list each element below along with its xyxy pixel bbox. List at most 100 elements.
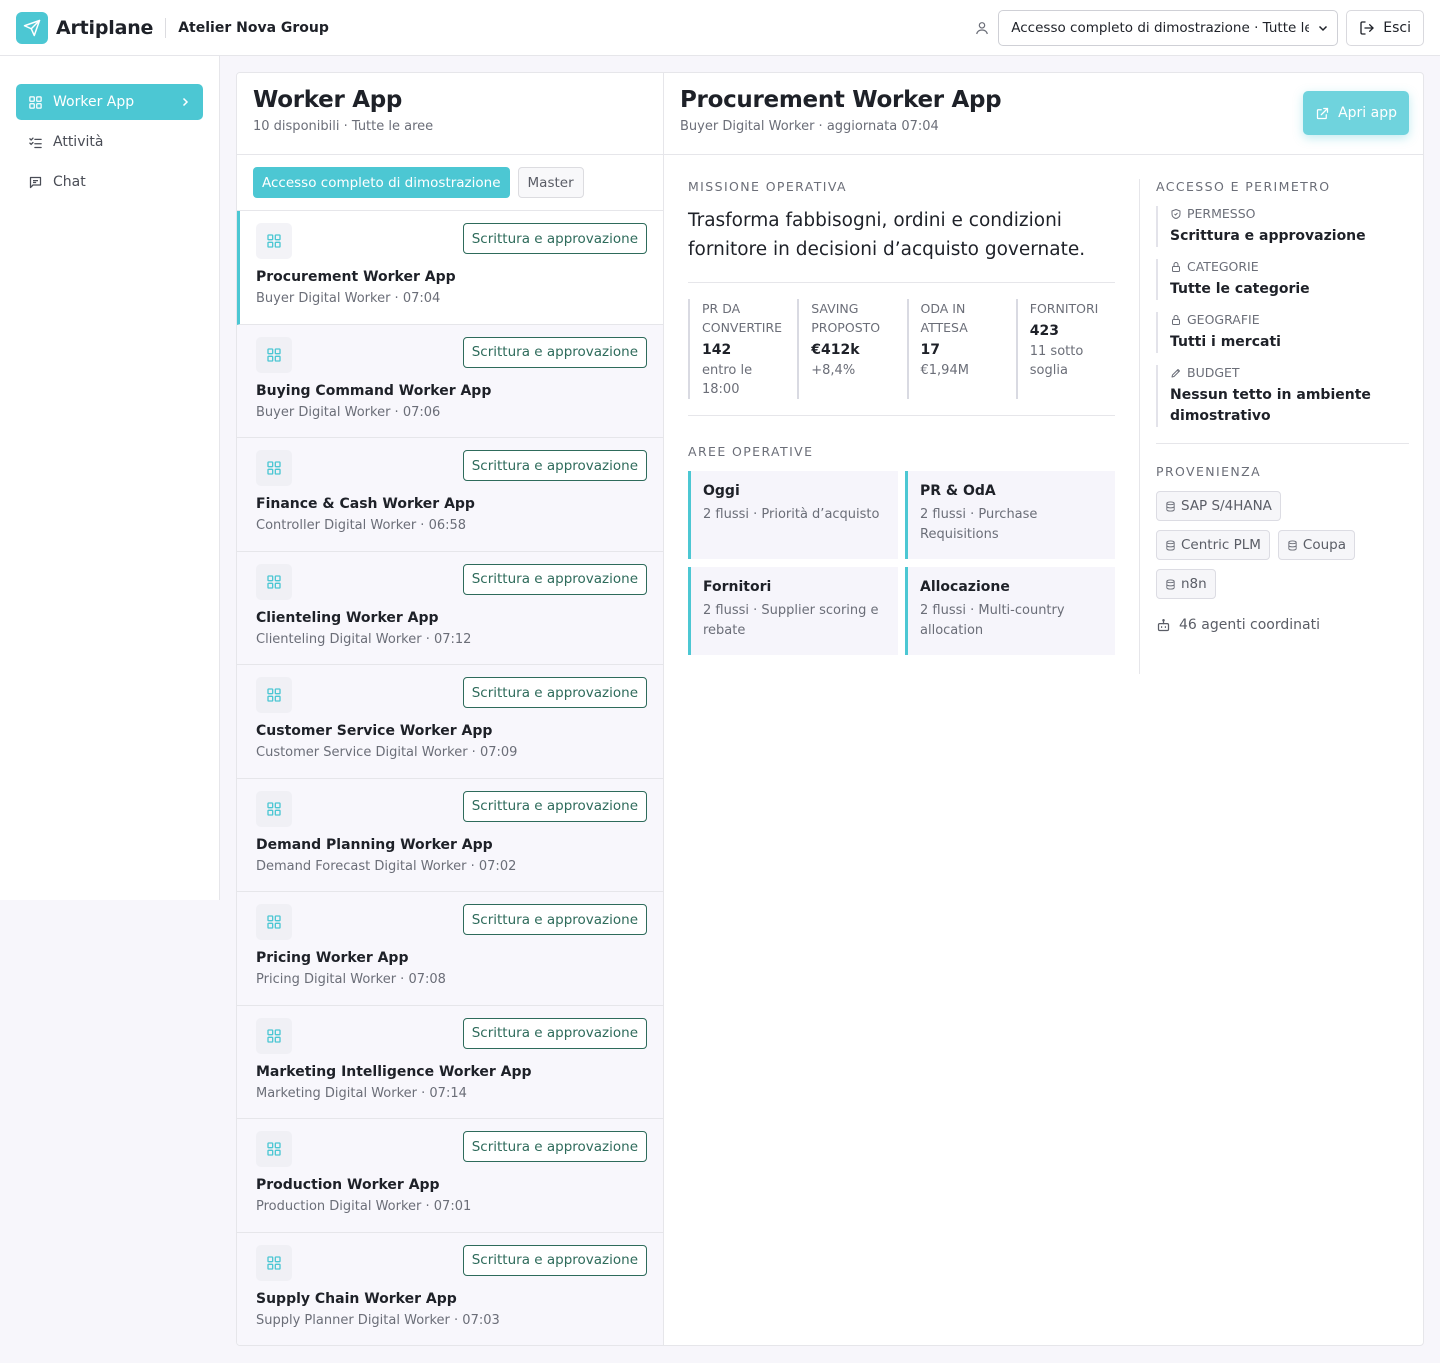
- chat-icon: [28, 175, 43, 190]
- permission-badge: Scrittura e approvazione: [462, 563, 647, 595]
- sidebar-item-worker-app[interactable]: Worker App: [16, 84, 203, 120]
- access-item: Geografie Tutti i mercati: [1156, 312, 1409, 353]
- grid-icon: [256, 904, 292, 940]
- operational-area-card[interactable]: Oggi 2 flussi · Priorità d’acquisto: [688, 471, 898, 559]
- mission-label: Missione operativa: [688, 179, 847, 194]
- access-item-label-text: Categorie: [1187, 259, 1259, 274]
- open-app-label: Apri app: [1338, 105, 1397, 121]
- list-item[interactable]: Scrittura e approvazione Marketing Intell…: [237, 1006, 663, 1119]
- kpi-label: Fornitori: [1029, 301, 1099, 316]
- app-name: Supply Chain Worker App: [256, 1290, 457, 1307]
- kpi-value: €412k: [811, 342, 860, 358]
- source-tag: Coupa: [1277, 530, 1355, 560]
- kpi-note: €1,94M: [920, 363, 969, 378]
- app-meta: Demand Forecast Digital Worker · 07:02: [256, 858, 517, 874]
- kpi-card: Fornitori 423 11 sotto soglia: [1015, 299, 1115, 399]
- filter-chip-master[interactable]: Master: [517, 167, 584, 198]
- sources-label: Provenienza: [1156, 464, 1262, 479]
- source-tag: n8n: [1156, 569, 1216, 599]
- operational-area-card[interactable]: Allocazione 2 flussi · Multi-country allo…: [905, 567, 1115, 655]
- source-name: n8n: [1181, 576, 1207, 592]
- company-name: Atelier Nova Group: [178, 19, 329, 36]
- access-item-label: Geografie: [1170, 312, 1409, 327]
- list-item[interactable]: Scrittura e approvazione Procurement Work…: [237, 211, 663, 325]
- list-item[interactable]: Scrittura e approvazione Finance & Cash W…: [237, 438, 663, 552]
- kpi-value: 423: [1029, 323, 1059, 339]
- access-scope-select[interactable]: Accesso completo di dimostrazione · Tutt…: [998, 9, 1339, 46]
- app-name: Pricing Worker App: [256, 950, 409, 966]
- sidebar-item-attivita[interactable]: Attività: [16, 124, 203, 160]
- list-item[interactable]: Scrittura e approvazione Clienteling Work…: [237, 552, 663, 665]
- list-item[interactable]: Scrittura e approvazione Supply Chain Wor…: [237, 1233, 663, 1346]
- list-subtitle: 10 disponibili · Tutte le aree: [253, 119, 434, 134]
- kpi-value: 142: [702, 342, 732, 358]
- detail-subtitle: Buyer Digital Worker · aggiornata 07:04: [680, 119, 939, 134]
- grid-icon: [256, 450, 292, 486]
- sidebar: Worker App Attività Chat: [0, 56, 220, 900]
- list-item[interactable]: Scrittura e approvazione Pricing Worker A…: [237, 892, 663, 1006]
- app-meta: Controller Digital Worker · 06:58: [256, 518, 467, 533]
- permission-badge: Scrittura e approvazione: [462, 1017, 647, 1049]
- access-item: Permesso Scrittura e approvazione: [1156, 206, 1409, 247]
- sidebar-item-chat[interactable]: Chat: [16, 164, 203, 200]
- kpi-note: +8,4%: [811, 363, 856, 378]
- list-item[interactable]: Scrittura e approvazione Customer Service…: [237, 665, 663, 779]
- access-item-label-text: Budget: [1187, 365, 1240, 380]
- permission-badge: Scrittura e approvazione: [462, 677, 647, 708]
- kpi-label: Saving proposto: [811, 301, 881, 335]
- list-item[interactable]: Scrittura e approvazione Production Worke…: [237, 1119, 663, 1233]
- divider: [165, 17, 167, 38]
- grid-icon: [28, 95, 43, 110]
- app-meta: Pricing Digital Worker · 07:08: [256, 972, 446, 987]
- detail-main-column: Missione operativa Trasforma fabbisogni,…: [688, 179, 1115, 655]
- area-name: Allocazione: [920, 579, 1010, 595]
- list-item[interactable]: Scrittura e approvazione Demand Planning …: [237, 779, 663, 892]
- app-name: Production Worker App: [256, 1177, 440, 1193]
- kpi-label: PR da convertire: [702, 301, 783, 335]
- permission-badge: Scrittura e approvazione: [462, 336, 647, 368]
- open-app-button[interactable]: Apri app: [1303, 91, 1409, 135]
- app-meta: Production Digital Worker · 07:01: [256, 1199, 472, 1214]
- main-panel: Worker App 10 disponibili · Tutte le are…: [236, 72, 1424, 1346]
- area-name: Oggi: [703, 483, 740, 499]
- source-tag: SAP S/4HANA: [1156, 491, 1281, 521]
- grid-icon: [256, 336, 292, 373]
- filter-chip-demo-access[interactable]: Accesso completo di dimostrazione: [253, 167, 510, 198]
- detail-title: Procurement Worker App: [680, 87, 1002, 113]
- app-name: Marketing Intelligence Worker App: [256, 1063, 532, 1080]
- operational-area-card[interactable]: PR & OdA 2 flussi · Purchase Requisitions: [905, 471, 1115, 559]
- page-title: Worker App: [253, 87, 403, 113]
- kpi-row: PR da convertire 142 entro le 18:00 Saving …: [688, 282, 1115, 416]
- app-name: Buying Command Worker App: [256, 382, 492, 399]
- kpi-value: 17: [920, 342, 940, 358]
- grid-icon: [256, 790, 292, 827]
- grid-icon: [256, 223, 292, 259]
- logout-button[interactable]: Esci: [1346, 9, 1424, 46]
- grid-icon: [256, 1017, 292, 1054]
- kpi-card: PR da convertire 142 entro le 18:00: [688, 299, 787, 399]
- agents-text: 46 agenti coordinati: [1179, 617, 1320, 633]
- brand-logo-icon[interactable]: [16, 11, 48, 44]
- access-column: Accesso e perimetro Permesso Scrittura e …: [1139, 179, 1409, 674]
- source-name: Centric PLM: [1181, 537, 1261, 553]
- robot-icon: [1156, 618, 1171, 633]
- list-item[interactable]: Scrittura e approvazione Buying Command W…: [237, 325, 663, 438]
- areas-label: Aree operative: [688, 444, 814, 459]
- sidebar-item-label: Attività: [53, 134, 104, 150]
- database-icon: [1165, 539, 1176, 551]
- app-name: Demand Planning Worker App: [256, 836, 493, 853]
- sidebar-item-label: Worker App: [53, 94, 135, 110]
- operational-areas: Oggi 2 flussi · Priorità d’acquisto PR & O…: [688, 471, 1115, 655]
- permission-badge: Scrittura e approvazione: [462, 1244, 647, 1276]
- kpi-card: Saving proposto €412k +8,4%: [797, 299, 896, 399]
- user-icon: [974, 20, 990, 36]
- chevron-right-icon: [179, 96, 191, 108]
- permission-badge: Scrittura e approvazione: [462, 790, 647, 822]
- database-icon: [1165, 578, 1176, 590]
- area-description: 2 flussi · Purchase Requisitions: [920, 507, 1038, 542]
- operational-area-card[interactable]: Fornitori 2 flussi · Supplier scoring e r…: [688, 567, 898, 655]
- kpi-label: OdA in attesa: [920, 301, 968, 335]
- database-icon: [1287, 539, 1298, 551]
- permission-badge: Scrittura e approvazione: [462, 1131, 647, 1162]
- source-tag: Centric PLM: [1156, 530, 1270, 560]
